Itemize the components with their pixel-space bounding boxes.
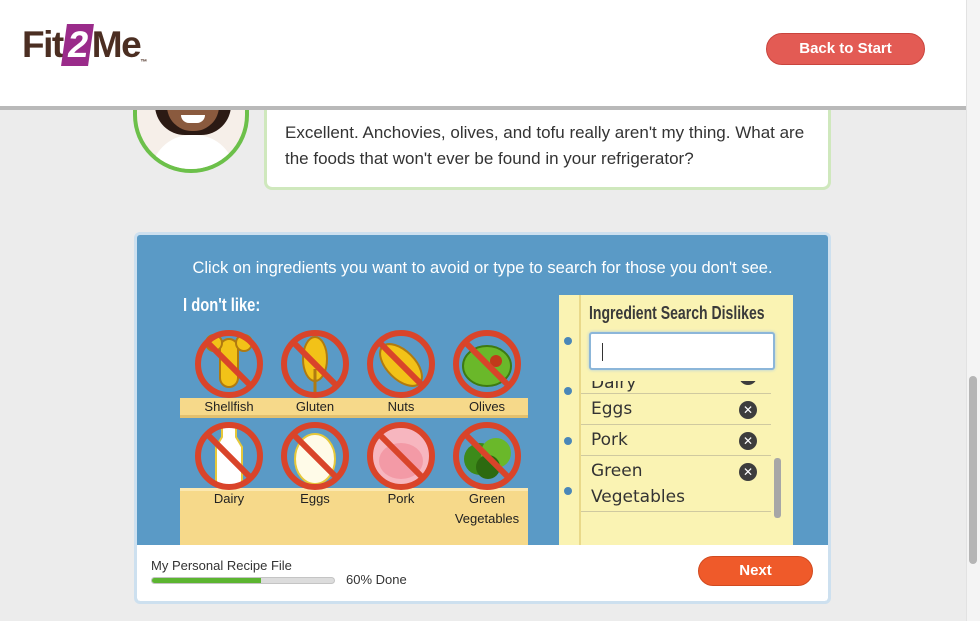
text-caret [602, 343, 603, 361]
list-item: Green Vegetables ✕ [581, 456, 771, 512]
logo-trademark: ™ [140, 59, 148, 66]
milk-icon [194, 421, 264, 491]
food-nuts[interactable]: Nuts [358, 329, 444, 417]
food-pork[interactable]: Pork [358, 421, 444, 509]
food-green-vegetables[interactable]: Green Vegetables [444, 421, 530, 529]
ingredient-search-input[interactable] [589, 332, 775, 370]
food-label: Gluten [295, 399, 335, 414]
food-label: Green Vegetables [454, 491, 520, 526]
dislikes-list: Dairy ✕ Eggs ✕ Pork ✕ Green Vegetables ✕ [581, 381, 771, 521]
dislikes-list-scrollbar[interactable] [774, 458, 781, 518]
pig-icon [366, 421, 436, 491]
food-label: Olives [468, 399, 506, 414]
list-item: Dairy ✕ [581, 381, 771, 394]
food-shellfish[interactable]: Shellfish [186, 329, 272, 417]
shellfish-icon [194, 329, 264, 399]
notepad-binding [559, 295, 579, 555]
list-item-label: Green Vegetables [591, 461, 685, 507]
logo-text-2: 2 [60, 24, 94, 66]
dislike-heading: I don't like: [183, 295, 261, 315]
notepad-title: Ingredient Search Dislikes [589, 303, 765, 323]
list-item: Pork ✕ [581, 425, 771, 456]
back-to-start-button[interactable]: Back to Start [766, 33, 925, 65]
progress-text: 60% Done [346, 572, 407, 587]
food-gluten[interactable]: Gluten [272, 329, 358, 417]
top-header: Fit2Me™ Back to Start [0, 0, 966, 110]
wheat-icon [280, 329, 350, 399]
peanut-icon [366, 329, 436, 399]
list-item-label: Dairy [591, 381, 637, 393]
food-label: Eggs [300, 491, 330, 506]
ingredient-search-notepad: Ingredient Search Dislikes Dairy ✕ Eggs … [559, 295, 793, 555]
logo-text-me: Me [91, 24, 142, 65]
chat-message: Excellent. Anchovies, olives, and tofu r… [285, 123, 805, 168]
list-item-label: Eggs [591, 399, 633, 419]
remove-icon[interactable]: ✕ [739, 463, 757, 481]
remove-icon[interactable]: ✕ [739, 381, 757, 385]
next-button[interactable]: Next [698, 556, 813, 586]
food-label: Shellfish [204, 399, 254, 414]
recipe-file-label: My Personal Recipe File [151, 558, 292, 573]
remove-icon[interactable]: ✕ [739, 432, 757, 450]
food-label: Nuts [387, 399, 415, 414]
panel-footer: My Personal Recipe File 60% Done Next [137, 545, 828, 601]
food-eggs[interactable]: Eggs [272, 421, 358, 509]
list-item: Eggs ✕ [581, 394, 771, 425]
chat-bubble: Excellent. Anchovies, olives, and tofu r… [264, 100, 831, 190]
egg-icon [280, 421, 350, 491]
ingredient-panel: Click on ingredients you want to avoid o… [134, 232, 831, 604]
food-olives[interactable]: Olives [444, 329, 530, 417]
list-item-label: Pork [591, 430, 628, 450]
remove-icon[interactable]: ✕ [739, 401, 757, 419]
food-label: Dairy [213, 491, 245, 506]
panel-instruction: Click on ingredients you want to avoid o… [192, 259, 773, 277]
progress-bar [151, 577, 335, 584]
fit2me-logo[interactable]: Fit2Me™ [22, 24, 147, 66]
food-label: Pork [387, 491, 415, 506]
progress-fill [152, 578, 262, 583]
greens-icon [452, 421, 522, 491]
food-dairy[interactable]: Dairy [186, 421, 272, 509]
logo-text-fit: Fit [22, 24, 64, 65]
page-scrollbar-thumb[interactable] [969, 376, 977, 564]
olive-icon [452, 329, 522, 399]
